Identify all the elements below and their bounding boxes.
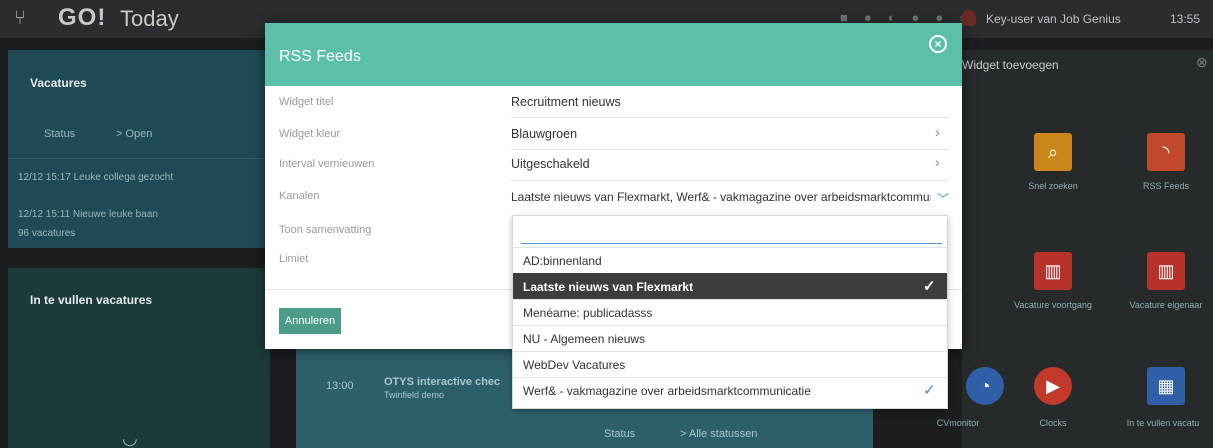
- chart-icon[interactable]: ▥: [1147, 252, 1185, 290]
- show-summary-label: Toon samenvatting: [279, 224, 372, 236]
- list-item[interactable]: 12/12 15:17 Leuke collega gezocht: [18, 172, 173, 183]
- tile-label: Snel zoeken: [1028, 181, 1078, 191]
- channels-label: Kanalen: [279, 190, 320, 202]
- option-label: AD:binnenland: [523, 254, 602, 268]
- channels-dropdown: AD:binnenland Laatste nieuws van Flexmar…: [512, 215, 948, 409]
- interval-select[interactable]: Uitgeschakeld: [511, 157, 590, 171]
- event-time: 13:00: [326, 380, 354, 392]
- dropdown-option[interactable]: WebDev Vacatures: [513, 351, 947, 377]
- option-label: WebDev Vacatures: [523, 358, 626, 372]
- briefcase-icon[interactable]: ▦: [1147, 367, 1185, 405]
- option-label: NU - Algemeen nieuws: [523, 332, 646, 346]
- widget-title-label: Widget titel: [279, 96, 334, 108]
- in-te-vullen-title: In te vullen vacatures: [30, 293, 153, 307]
- list-item[interactable]: 12/12 15:11 Nieuwe leuke baan: [18, 209, 158, 220]
- vacatures-status-label: Status: [44, 128, 76, 140]
- agenda-status-value[interactable]: > Alle statussen: [680, 428, 757, 440]
- app-logo[interactable]: GO!: [58, 4, 106, 32]
- option-label: Menéame: publicadasss: [523, 306, 653, 320]
- event-subtitle: Twinfield demo: [384, 390, 445, 400]
- dropdown-option[interactable]: NU - Algemeen nieuws: [513, 325, 947, 351]
- widget-color-label: Widget kleur: [279, 128, 341, 140]
- tile-label: In te vullen vacatu: [1126, 418, 1200, 428]
- clock-icon[interactable]: ▶: [1034, 367, 1072, 405]
- divider: [511, 149, 949, 150]
- tile-label: Vacature eigenaar: [1129, 300, 1203, 310]
- tile-label: RSS Feeds: [1142, 181, 1190, 191]
- dropdown-option[interactable]: Werf& - vakmagazine over arbeidsmarktcom…: [513, 377, 947, 403]
- user-name[interactable]: Key-user van Job Genius: [986, 12, 1121, 26]
- widget-title-input[interactable]: Recruitment nieuws: [511, 95, 621, 109]
- rss-icon[interactable]: ◝: [1147, 133, 1185, 171]
- widgets-panel-title: Widget toevoegen: [962, 58, 1059, 72]
- dropdown-option[interactable]: AD:binnenland: [513, 247, 947, 273]
- close-panel-icon[interactable]: ⊗: [1196, 54, 1208, 71]
- chevron-right-icon[interactable]: ›: [935, 124, 940, 140]
- chart-icon[interactable]: ▥: [1034, 252, 1072, 290]
- loading-spinner-icon: ◡: [122, 428, 138, 448]
- search-icon[interactable]: ⌕: [1034, 133, 1072, 171]
- interval-label: Interval vernieuwen: [279, 158, 375, 170]
- tile-label: Clocks: [1039, 418, 1067, 428]
- close-icon[interactable]: ×: [929, 35, 947, 53]
- widget-color-select[interactable]: Blauwgroen: [511, 127, 577, 141]
- divider: [511, 117, 949, 118]
- chevron-right-icon[interactable]: ›: [935, 154, 940, 170]
- chevron-down-icon[interactable]: ﹀: [937, 190, 949, 207]
- channels-select[interactable]: Laatste nieuws van Flexmarkt, Werf& - va…: [511, 190, 931, 204]
- cancel-button[interactable]: Annuleren: [279, 308, 341, 334]
- vacatures-title: Vacatures: [30, 76, 87, 90]
- logo-icon: ⑂: [14, 7, 26, 29]
- dialog-title: RSS Feeds: [279, 48, 361, 65]
- option-label: Werf& - vakmagazine over arbeidsmarktcom…: [523, 384, 811, 398]
- vacatures-count: 96 vacatures: [18, 228, 76, 239]
- limit-label: Limiet: [279, 253, 309, 265]
- divider: [8, 158, 270, 159]
- user-avatar[interactable]: [962, 10, 976, 26]
- agenda-status-label: Status: [604, 428, 636, 440]
- tile-label: Vacature voortgang: [1014, 300, 1092, 310]
- tile-label: CVmonitor: [936, 418, 980, 428]
- monitor-icon[interactable]: ◔: [966, 367, 1004, 405]
- clock-time: 13:55: [1170, 12, 1201, 26]
- dropdown-option[interactable]: Menéame: publicadasss: [513, 299, 947, 325]
- option-label: Laatste nieuws van Flexmarkt: [523, 280, 694, 294]
- channels-search-input[interactable]: [521, 222, 942, 244]
- divider: [511, 180, 949, 181]
- checkmark-icon: ✓: [923, 278, 936, 295]
- dropdown-option-selected[interactable]: Laatste nieuws van Flexmarkt ✓: [513, 273, 947, 299]
- dialog-header: RSS Feeds ×: [265, 23, 962, 86]
- event-title[interactable]: OTYS interactive chec: [384, 376, 500, 388]
- vacatures-status-value[interactable]: > Open: [116, 128, 152, 140]
- checkmark-icon: ✓: [923, 382, 936, 399]
- app-subtitle: Today: [120, 6, 179, 31]
